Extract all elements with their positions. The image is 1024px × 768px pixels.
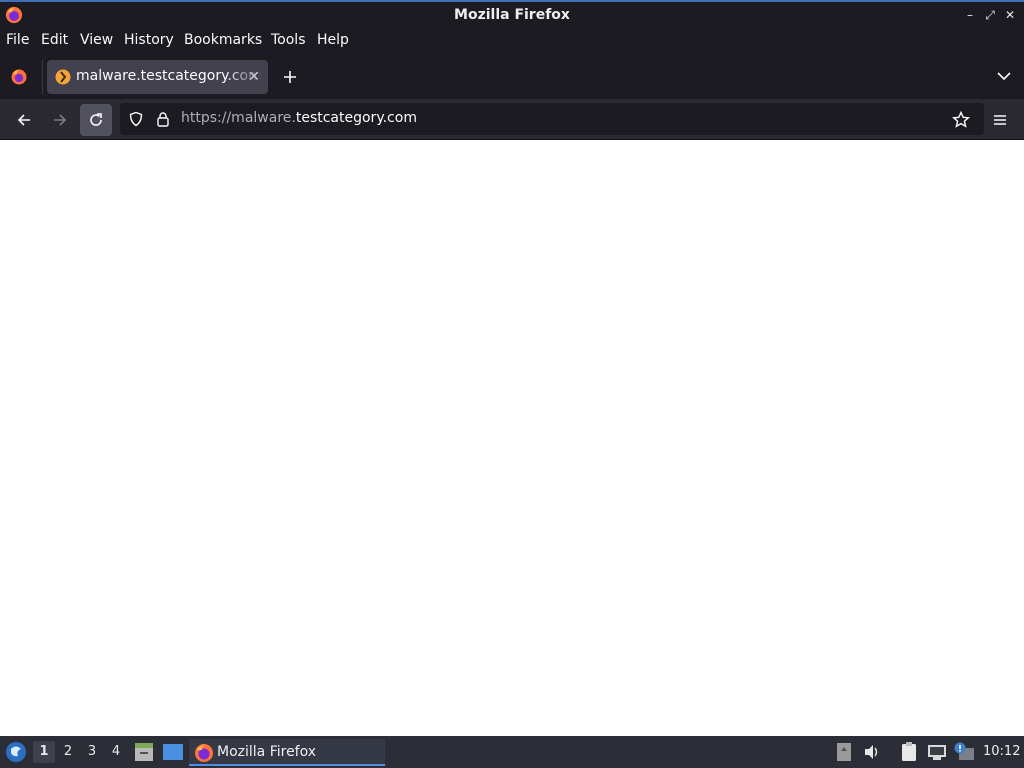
tab-active[interactable]: malware.testcategory.com ✕ [47, 60, 268, 94]
tab-strip: malware.testcategory.com ✕ [0, 54, 1024, 99]
workspace-4[interactable]: 4 [105, 741, 127, 763]
tracking-protection-shield-icon[interactable] [128, 111, 144, 127]
tab-close-icon[interactable]: ✕ [245, 68, 263, 86]
firefox-icon [195, 744, 213, 762]
menu-tools[interactable]: Tools [271, 32, 306, 48]
workspace-3[interactable]: 3 [81, 741, 103, 763]
taskbar: 1 2 3 4 Mozilla Firefox 10:12 [0, 736, 1024, 768]
url-text[interactable]: https://malware.testcategory.com [181, 110, 417, 126]
page-content[interactable] [0, 140, 1024, 736]
back-button[interactable] [8, 104, 40, 136]
menu-bar: File Edit View History Bookmarks Tools H… [0, 29, 1024, 54]
tab-separator [42, 60, 43, 94]
menu-history[interactable]: History [124, 32, 174, 48]
network-icon[interactable] [927, 742, 947, 762]
url-bar[interactable]: https://malware.testcategory.com [120, 103, 984, 135]
nav-bar: https://malware.testcategory.com [0, 99, 1024, 140]
forward-arrow-icon [54, 114, 67, 126]
menu-help[interactable]: Help [317, 32, 349, 48]
storage-tray-icon[interactable] [836, 742, 852, 762]
clipboard-icon[interactable] [900, 742, 918, 762]
back-arrow-icon [17, 114, 30, 126]
clock: 10:12 [983, 744, 1021, 759]
taskbar-firefox-task[interactable]: Mozilla Firefox [189, 739, 385, 766]
file-manager-icon[interactable] [134, 741, 154, 763]
hamburger-menu-icon [994, 115, 1006, 125]
menu-view[interactable]: View [80, 32, 113, 48]
maximize-icon[interactable]: ⤢ [983, 8, 997, 22]
forward-button[interactable] [44, 104, 76, 136]
firefox-view-icon[interactable] [8, 66, 30, 88]
url-domain: testcategory.com [295, 110, 417, 126]
new-tab-icon[interactable] [279, 66, 301, 88]
app-menu-button[interactable] [984, 104, 1016, 136]
notification-icon[interactable] [953, 742, 975, 762]
list-all-tabs-icon[interactable] [996, 70, 1012, 82]
start-menu-icon[interactable] [5, 741, 27, 763]
workspace-2[interactable]: 2 [57, 741, 79, 763]
minimize-icon[interactable]: – [963, 8, 977, 22]
url-scheme-prefix: https://malware. [181, 110, 296, 126]
task-label: Mozilla Firefox [217, 744, 317, 760]
close-icon[interactable]: ✕ [1003, 8, 1017, 22]
bookmark-star-icon[interactable] [952, 111, 970, 129]
menu-file[interactable]: File [6, 32, 29, 48]
site-favicon-icon [55, 69, 71, 85]
workspace-1[interactable]: 1 [33, 741, 55, 763]
show-desktop-icon[interactable] [162, 743, 184, 761]
menu-edit[interactable]: Edit [41, 32, 68, 48]
tab-title: malware.testcategory.com [76, 68, 262, 84]
reload-button[interactable] [80, 104, 112, 136]
reload-icon [90, 113, 102, 126]
menu-bookmarks[interactable]: Bookmarks [184, 32, 262, 48]
volume-icon[interactable] [863, 742, 881, 762]
window-titlebar: Mozilla Firefox – ⤢ ✕ [0, 0, 1024, 29]
lock-icon[interactable] [155, 111, 171, 127]
window-title: Mozilla Firefox [454, 7, 570, 23]
